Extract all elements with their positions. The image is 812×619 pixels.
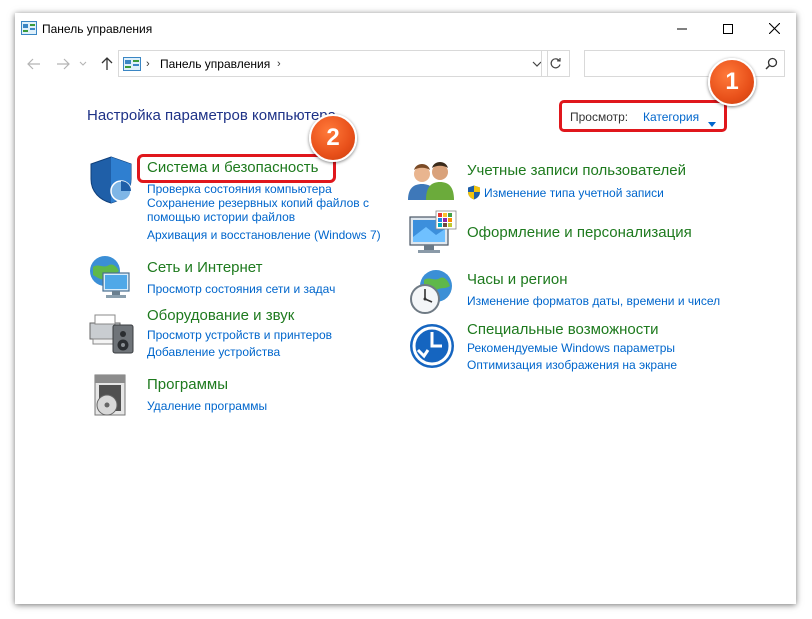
refresh-button[interactable] xyxy=(541,50,570,77)
breadcrumb-control-panel[interactable]: Панель управления xyxy=(160,57,270,71)
view-by-value[interactable]: Категория xyxy=(643,110,699,124)
printer-speaker-icon xyxy=(87,305,135,360)
title-bar: Панель управления xyxy=(15,13,796,44)
recent-locations-chevron-icon[interactable] xyxy=(78,55,88,73)
back-button[interactable] xyxy=(24,55,44,73)
control-panel-window: Панель управления › Панель управления › … xyxy=(15,13,796,604)
link-optimize-display[interactable]: Оптимизация изображения на экране xyxy=(467,358,677,372)
link-backup-restore[interactable]: Архивация и восстановление (Windows 7) xyxy=(147,228,381,242)
breadcrumb-separator[interactable]: › xyxy=(146,58,150,70)
address-bar[interactable]: › Панель управления › xyxy=(118,50,548,77)
up-button[interactable] xyxy=(97,55,117,73)
link-devices-printers[interactable]: Просмотр устройств и принтеров xyxy=(147,328,332,342)
maximize-button[interactable] xyxy=(705,13,751,44)
control-panel-app-icon xyxy=(21,21,37,40)
page-heading: Настройка параметров компьютера xyxy=(87,107,336,124)
category-network-internet[interactable]: Сеть и Интернет xyxy=(147,259,263,276)
shield-icon xyxy=(87,155,135,210)
link-uninstall-program[interactable]: Удаление программы xyxy=(147,399,267,413)
users-icon xyxy=(408,158,456,207)
link-check-status[interactable]: Проверка состояния компьютера xyxy=(147,182,332,196)
forward-button[interactable] xyxy=(53,55,73,73)
view-by-selector[interactable]: Просмотр: Категория xyxy=(559,100,727,132)
monitor-palette-icon xyxy=(408,209,458,262)
search-input[interactable] xyxy=(584,50,785,77)
close-button[interactable] xyxy=(751,13,796,44)
ease-of-access-icon xyxy=(408,322,456,375)
control-panel-icon xyxy=(123,57,141,76)
link-add-device[interactable]: Добавление устройства xyxy=(147,345,280,359)
clock-globe-icon xyxy=(408,268,456,321)
link-change-account-type[interactable]: Изменение типа учетной записи xyxy=(484,186,664,200)
search-icon[interactable] xyxy=(765,57,778,75)
navigation-bar: › Панель управления › xyxy=(15,49,796,79)
link-change-date-formats[interactable]: Изменение форматов даты, времени и чисел xyxy=(467,294,720,308)
view-by-label: Просмотр: xyxy=(570,110,629,124)
category-hardware-sound[interactable]: Оборудование и звук xyxy=(147,307,294,324)
uac-shield-icon xyxy=(467,185,481,205)
breadcrumb-separator-end[interactable]: › xyxy=(277,58,281,70)
category-appearance-personalization[interactable]: Оформление и персонализация xyxy=(467,224,692,241)
caret-down-icon[interactable] xyxy=(708,114,716,132)
annotation-badge-2: 2 xyxy=(309,114,357,162)
category-system-security[interactable]: Система и безопасность xyxy=(147,159,318,176)
annotation-badge-1: 1 xyxy=(708,58,756,106)
link-file-history-line1[interactable]: Сохранение резервных копий файлов с xyxy=(147,196,369,210)
category-user-accounts[interactable]: Учетные записи пользователей xyxy=(467,162,686,179)
network-globe-icon xyxy=(87,253,135,306)
category-clock-region[interactable]: Часы и регион xyxy=(467,271,568,288)
programs-disc-icon xyxy=(91,373,131,424)
category-programs[interactable]: Программы xyxy=(147,376,228,393)
link-network-status[interactable]: Просмотр состояния сети и задач xyxy=(147,282,335,296)
link-recommended-settings[interactable]: Рекомендуемые Windows параметры xyxy=(467,341,675,355)
link-file-history-line2[interactable]: помощью истории файлов xyxy=(147,210,295,224)
window-title: Панель управления xyxy=(42,22,153,36)
category-ease-of-access[interactable]: Специальные возможности xyxy=(467,321,659,338)
minimize-button[interactable] xyxy=(659,13,705,44)
